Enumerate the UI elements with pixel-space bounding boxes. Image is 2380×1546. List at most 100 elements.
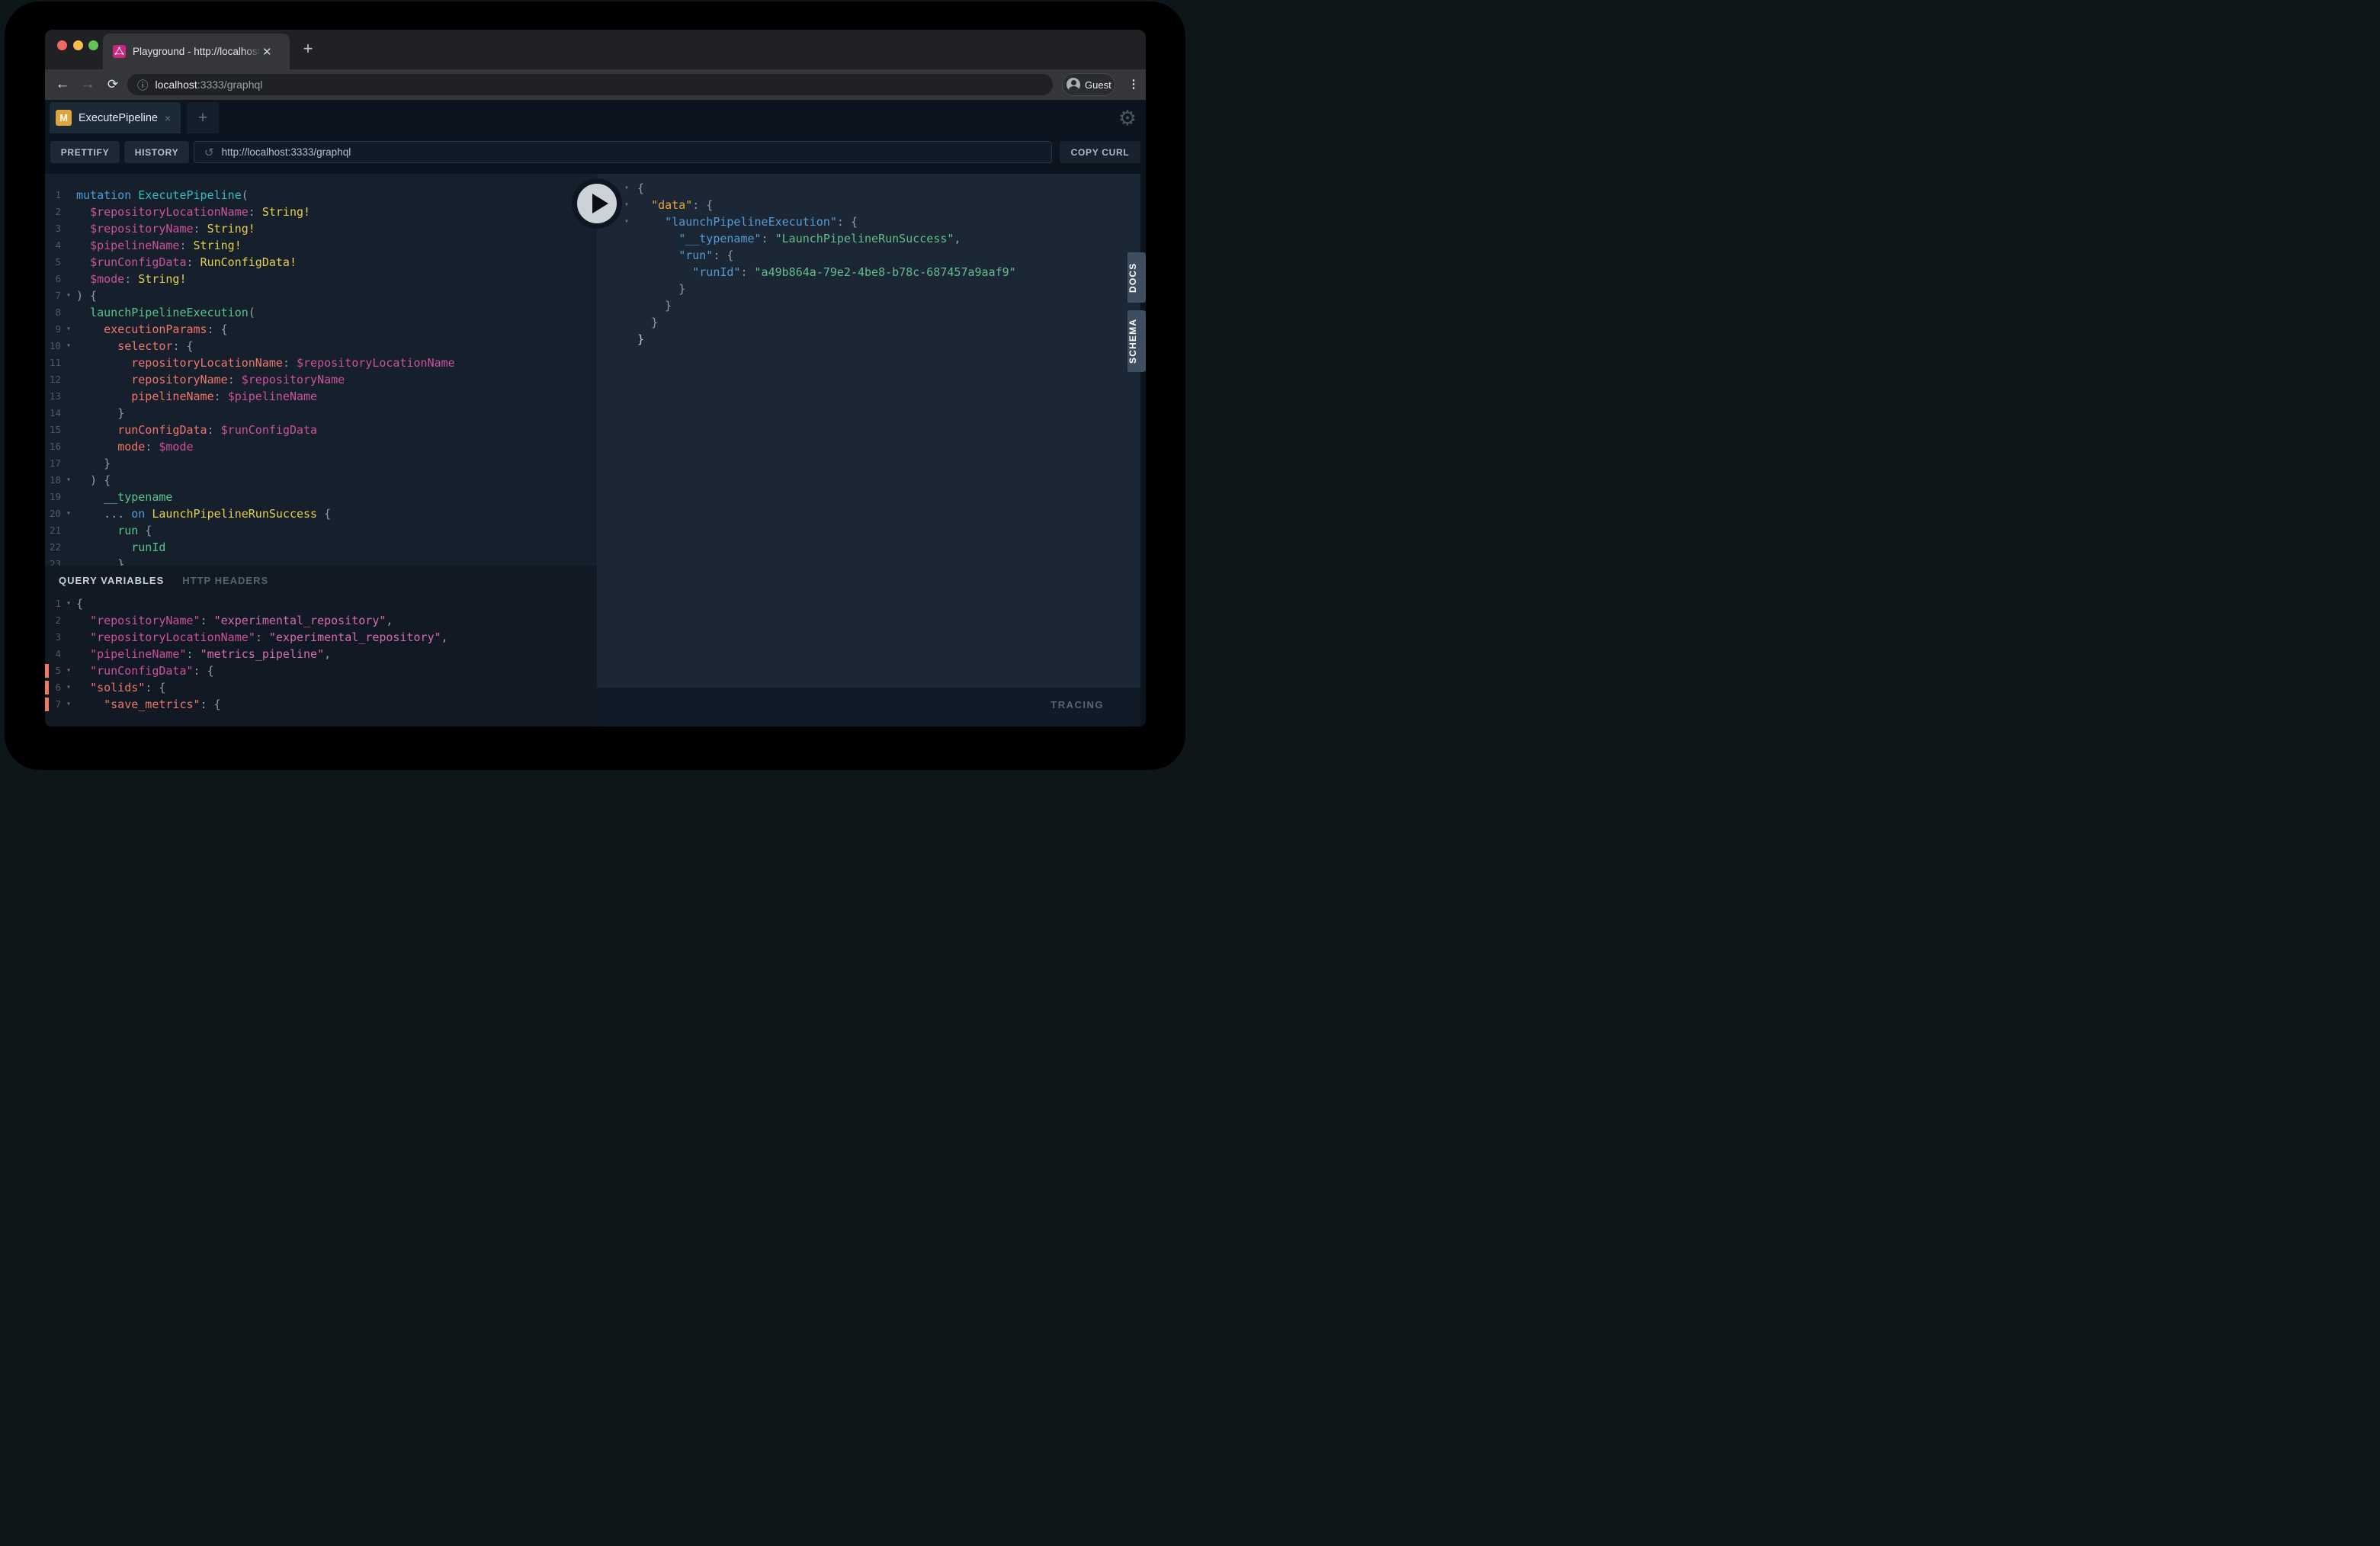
gutter: 18▾ — [45, 472, 76, 489]
code-line: 1▾{ — [45, 595, 597, 612]
prettify-button[interactable]: PRETTIFY — [50, 141, 120, 163]
line-number: 1 — [45, 595, 61, 612]
response-code: ▾{▾ "data": {▾ "launchPipelineExecution"… — [597, 174, 1140, 348]
history-button[interactable]: HISTORY — [124, 141, 189, 163]
fold-spacer — [61, 422, 76, 438]
graphql-playground: M ExecutePipeline × + ⚙ PRETTIFY HISTORY… — [45, 100, 1146, 726]
query-variables-pane[interactable]: QUERY VARIABLES HTTP HEADERS 1▾{2 "reposi… — [45, 566, 597, 726]
back-icon[interactable]: ← — [53, 69, 72, 100]
code-text: { — [637, 180, 644, 197]
copy-curl-button[interactable]: COPY CURL — [1060, 141, 1140, 163]
endpoint-input[interactable]: ↺ http://localhost:3333/graphql — [194, 141, 1052, 163]
site-info-icon[interactable]: ⓘ — [137, 77, 149, 93]
tab-close-icon[interactable]: ✕ — [262, 45, 272, 59]
traffic-light-minimize[interactable] — [73, 40, 83, 50]
fold-arrow-icon[interactable]: ▾ — [61, 505, 76, 522]
code-text: mutation ExecutePipeline( — [76, 187, 249, 204]
gutter: 11 — [45, 354, 76, 371]
error-marker — [45, 681, 49, 694]
fold-spacer — [61, 629, 76, 646]
code-text: "pipelineName": "metrics_pipeline", — [76, 646, 331, 662]
gutter: 2 — [45, 612, 76, 629]
schema-side-tab[interactable]: SCHEMA — [1127, 310, 1146, 372]
line-number: 22 — [45, 539, 61, 556]
code-line: 16 mode: $mode — [45, 438, 597, 455]
code-line: 3 "repositoryLocationName": "experimenta… — [45, 629, 597, 646]
code-line: 5▾ "runConfigData": { — [45, 662, 597, 679]
gutter: 23 — [45, 556, 76, 566]
traffic-light-close[interactable] — [57, 40, 67, 50]
browser-menu-icon[interactable]: ⋮ — [1126, 69, 1141, 100]
code-line: 13 pipelineName: $pipelineName — [45, 388, 597, 405]
execute-play-button[interactable] — [572, 178, 622, 229]
fold-arrow-icon[interactable]: ▾ — [61, 338, 76, 354]
fold-arrow-icon[interactable]: ▾ — [61, 472, 76, 489]
reload-icon[interactable]: ⟳ — [103, 69, 123, 100]
code-line: } — [597, 281, 1140, 297]
query-editor-code[interactable]: 1mutation ExecutePipeline(2 $repositoryL… — [45, 174, 597, 566]
gutter: 4 — [45, 646, 76, 662]
error-marker — [45, 698, 49, 711]
forward-icon[interactable]: → — [78, 69, 98, 100]
code-line: 22 runId — [45, 539, 597, 556]
code-line: 12 repositoryName: $repositoryName — [45, 371, 597, 388]
fold-spacer — [61, 254, 76, 271]
fold-spacer — [61, 304, 76, 321]
tab-http-headers[interactable]: HTTP HEADERS — [182, 575, 268, 586]
play-icon — [592, 194, 608, 213]
tracing-bar[interactable]: TRACING — [597, 688, 1140, 726]
code-text: run { — [76, 522, 152, 539]
code-line: 4 "pipelineName": "metrics_pipeline", — [45, 646, 597, 662]
code-text: launchPipelineExecution( — [76, 304, 255, 321]
code-line: } — [597, 297, 1140, 314]
fold-spacer — [61, 612, 76, 629]
code-text: "data": { — [637, 197, 713, 213]
line-number: 5 — [45, 254, 61, 271]
fold-spacer — [597, 297, 632, 314]
session-tab-executepipeline[interactable]: M ExecutePipeline × — [50, 102, 181, 133]
fold-spacer — [597, 264, 632, 281]
browser-tab[interactable]: Playground - http://localhost:3 ✕ — [103, 34, 290, 69]
code-line: 6▾ "solids": { — [45, 679, 597, 696]
url-text: localhost:3333/graphql — [156, 79, 263, 91]
new-session-tab-button[interactable]: + — [187, 102, 219, 133]
endpoint-history-icon[interactable]: ↺ — [204, 146, 214, 159]
line-number: 3 — [45, 220, 61, 237]
code-text: selector: { — [76, 338, 194, 354]
fold-arrow-icon[interactable]: ▾ — [61, 679, 76, 696]
settings-gear-icon[interactable]: ⚙ — [1112, 103, 1143, 133]
new-tab-button[interactable]: + — [298, 39, 318, 59]
session-tab-close-icon[interactable]: × — [165, 112, 171, 124]
gutter: 20▾ — [45, 505, 76, 522]
fold-spacer — [597, 230, 632, 247]
fold-arrow-icon[interactable]: ▾ — [61, 662, 76, 679]
query-editor-pane[interactable]: 1mutation ExecutePipeline(2 $repositoryL… — [45, 174, 597, 566]
code-text: "launchPipelineExecution": { — [637, 213, 858, 230]
fold-arrow-icon[interactable]: ▾ — [61, 321, 76, 338]
gutter: 9▾ — [45, 321, 76, 338]
line-number: 16 — [45, 438, 61, 455]
fold-arrow-icon[interactable]: ▾ — [61, 696, 76, 713]
code-line: 6 $mode: String! — [45, 271, 597, 287]
traffic-light-zoom[interactable] — [88, 40, 98, 50]
line-number: 19 — [45, 489, 61, 505]
docs-side-tab[interactable]: DOCS — [1127, 252, 1146, 303]
code-text: } — [76, 556, 124, 566]
code-text: } — [637, 281, 685, 297]
address-bar[interactable]: ⓘ localhost:3333/graphql — [127, 74, 1053, 95]
profile-chip[interactable]: Guest — [1062, 73, 1115, 96]
fold-arrow-icon[interactable]: ▾ — [61, 287, 76, 304]
code-text: $pipelineName: String! — [76, 237, 242, 254]
browser-tab-title-wrap: Playground - http://localhost:3 — [133, 44, 261, 59]
code-line: ▾ "data": { — [597, 197, 1140, 213]
tab-query-variables[interactable]: QUERY VARIABLES — [59, 575, 164, 586]
line-number: 2 — [45, 204, 61, 220]
code-text: $mode: String! — [76, 271, 187, 287]
gutter: 16 — [45, 438, 76, 455]
query-variables-code[interactable]: 1▾{2 "repositoryName": "experimental_rep… — [45, 566, 597, 713]
fold-arrow-icon[interactable]: ▾ — [61, 595, 76, 612]
gutter: 2 — [45, 204, 76, 220]
code-text: } — [76, 455, 111, 472]
fold-spacer — [597, 281, 632, 297]
fold-spacer — [61, 220, 76, 237]
